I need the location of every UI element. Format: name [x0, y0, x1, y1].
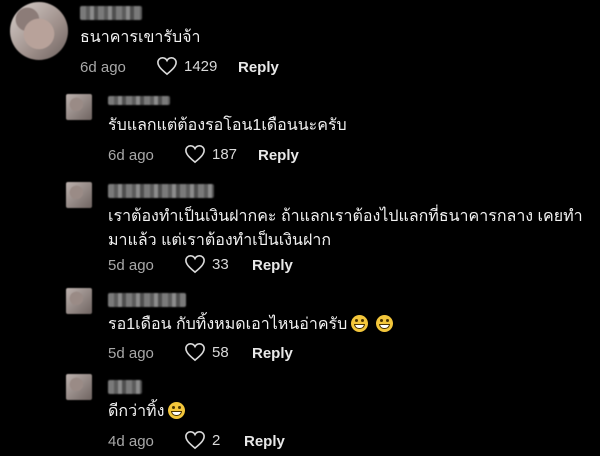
heart-icon [185, 254, 205, 274]
comment-text-line-2: มาแล้ว แต่เราต้องทำเป็นเงินฝาก [108, 232, 331, 249]
avatar[interactable] [10, 2, 68, 60]
grinning-face-icon [168, 402, 186, 419]
username-blurred[interactable] [80, 6, 142, 20]
heart-icon [185, 430, 205, 450]
reply-button[interactable]: Reply [252, 257, 293, 274]
avatar[interactable] [66, 288, 92, 314]
heart-icon [185, 342, 205, 362]
heart-icon [157, 56, 177, 76]
avatar[interactable] [66, 374, 92, 400]
like-count: 58 [212, 343, 229, 361]
comment-timestamp: 5d ago [108, 345, 154, 362]
username-blurred[interactable] [108, 380, 142, 394]
avatar[interactable] [66, 182, 92, 208]
like-button[interactable]: 187 [184, 144, 237, 164]
comment-text-line-1: เราต้องทำเป็นเงินฝากคะ ถ้าแลกเราต้องไปแล… [108, 208, 583, 225]
grinning-face-icon [351, 315, 369, 332]
like-count: 1429 [184, 57, 218, 75]
reply-button[interactable]: Reply [252, 345, 293, 362]
like-button[interactable]: 1429 [156, 56, 217, 76]
reply-button[interactable]: Reply [258, 147, 299, 164]
comment-text: รอ1เดือน กับทิ้งหมดเอาไหนอ่าครับ [108, 313, 394, 337]
like-count: 187 [212, 145, 238, 163]
like-button[interactable]: 58 [184, 342, 229, 362]
avatar[interactable] [66, 94, 92, 120]
username-blurred[interactable] [108, 96, 170, 105]
comment-timestamp: 5d ago [108, 257, 154, 274]
comment-text-body: ดีกว่าทิ้ง [108, 403, 165, 420]
comment-timestamp: 6d ago [108, 147, 154, 164]
comment-timestamp: 4d ago [108, 433, 154, 450]
like-count: 2 [212, 431, 221, 449]
comment-text: ธนาคารเขารับจ้า [80, 29, 201, 46]
comment-text-body: รอ1เดือน กับทิ้งหมดเอาไหนอ่าครับ [108, 316, 348, 333]
comment-text: รับแลกแต่ต้องรอโอน1เดือนนะครับ [108, 117, 347, 134]
username-blurred[interactable] [108, 184, 214, 198]
comment-timestamp: 6d ago [80, 59, 126, 76]
comment-text: ดีกว่าทิ้ง [108, 400, 186, 424]
username-blurred[interactable] [108, 293, 186, 307]
like-count: 33 [212, 255, 229, 273]
heart-icon [185, 144, 205, 164]
reply-button[interactable]: Reply [244, 433, 285, 450]
like-button[interactable]: 2 [184, 430, 220, 450]
like-button[interactable]: 33 [184, 254, 229, 274]
reply-button[interactable]: Reply [238, 59, 279, 76]
grinning-face-icon [376, 315, 394, 332]
